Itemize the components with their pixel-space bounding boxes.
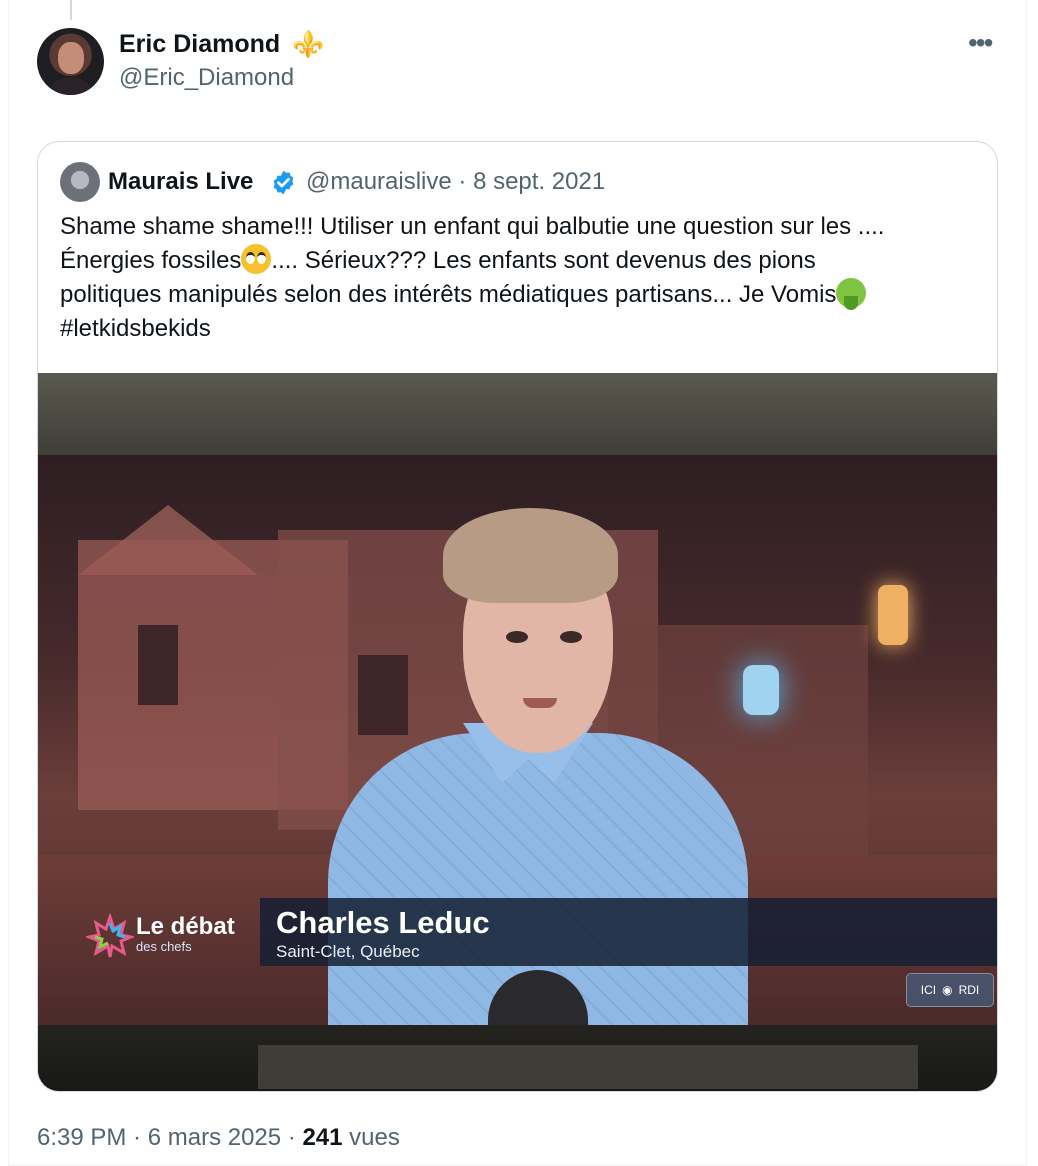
fleur-de-lis-icon: ⚜️ xyxy=(292,29,325,59)
avatar-face xyxy=(58,42,84,74)
text-line-2: Énergies fossiles .... Sérieux??? Les enf… xyxy=(60,244,980,278)
views-label: vues xyxy=(342,1124,400,1151)
show-subtitle: des chefs xyxy=(136,939,192,954)
boy-eye-left xyxy=(506,631,528,643)
boy-mouth xyxy=(523,698,557,708)
separator: · xyxy=(126,1124,148,1151)
quoted-handle-date[interactable]: @mauraislive · 8 sept. 2021 xyxy=(306,166,605,198)
quoted-author-name[interactable]: Maurais Live xyxy=(108,166,253,198)
lower-third-place: Saint-Clet, Québec xyxy=(276,942,420,961)
hashtag-link[interactable]: #letkidsbekids xyxy=(60,312,980,346)
boy-eye-right xyxy=(560,631,582,643)
house-window xyxy=(138,625,178,705)
boy-hair xyxy=(443,508,618,603)
photo-wall xyxy=(38,373,997,463)
quoted-author-avatar[interactable] xyxy=(60,162,100,202)
views-count[interactable]: 241 xyxy=(302,1124,342,1151)
separator: · xyxy=(281,1124,303,1151)
house-window xyxy=(358,655,408,735)
tweet-time[interactable]: 6:39 PM xyxy=(37,1124,126,1151)
lower-third-name: Charles Leduc xyxy=(276,905,490,940)
text-segment: politiques manipulés selon des intérêts … xyxy=(60,281,837,308)
author-name[interactable]: Eric Diamond xyxy=(119,28,280,60)
frame-border-left xyxy=(8,0,9,1166)
text-line-1: Shame shame shame!!! Utiliser un enfant … xyxy=(60,213,885,240)
street-light-orange xyxy=(878,585,908,645)
cbc-gem-icon: ◉ xyxy=(942,983,953,997)
network-label-left: ICI xyxy=(920,983,937,997)
network-label-right: RDI xyxy=(958,983,980,997)
show-title: Le débat xyxy=(136,913,235,940)
street-light-blue xyxy=(743,665,779,715)
author-handle[interactable]: @Eric_Diamond xyxy=(119,62,294,94)
ici-rdi-badge: ICI ◉ RDI xyxy=(906,973,994,1007)
thread-connector-line xyxy=(70,0,72,20)
debat-maple-leaf-logo-icon xyxy=(86,913,134,958)
quoted-tweet-card[interactable]: Maurais Live @mauraislive · 8 sept. 2021… xyxy=(37,141,998,1092)
text-line-3: politiques manipulés selon des intérêts … xyxy=(60,278,980,312)
tweet-timestamp[interactable]: 6:39 PM · 6 mars 2025 · 241 vues xyxy=(37,1122,400,1154)
frame-border-right xyxy=(1026,0,1027,1166)
rolling-eyes-emoji-icon xyxy=(241,244,272,274)
vomiting-face-emoji-icon xyxy=(836,278,867,310)
tweet-photo[interactable]: Charles Leduc Saint-Clet, Québec Le déba… xyxy=(38,373,997,1091)
avatar-shirt xyxy=(45,77,97,95)
more-options-icon[interactable]: ••• xyxy=(968,26,993,60)
tweet-date[interactable]: 6 mars 2025 xyxy=(148,1124,281,1151)
text-segment: .... Sérieux??? Les enfants sont devenus… xyxy=(271,247,816,274)
author-avatar[interactable] xyxy=(37,28,104,95)
tv-stand-shelf xyxy=(258,1045,918,1089)
text-segment: Énergies fossiles xyxy=(60,247,242,274)
verified-badge-icon xyxy=(273,170,294,195)
quoted-tweet-text: Shame shame shame!!! Utiliser un enfant … xyxy=(60,210,980,346)
